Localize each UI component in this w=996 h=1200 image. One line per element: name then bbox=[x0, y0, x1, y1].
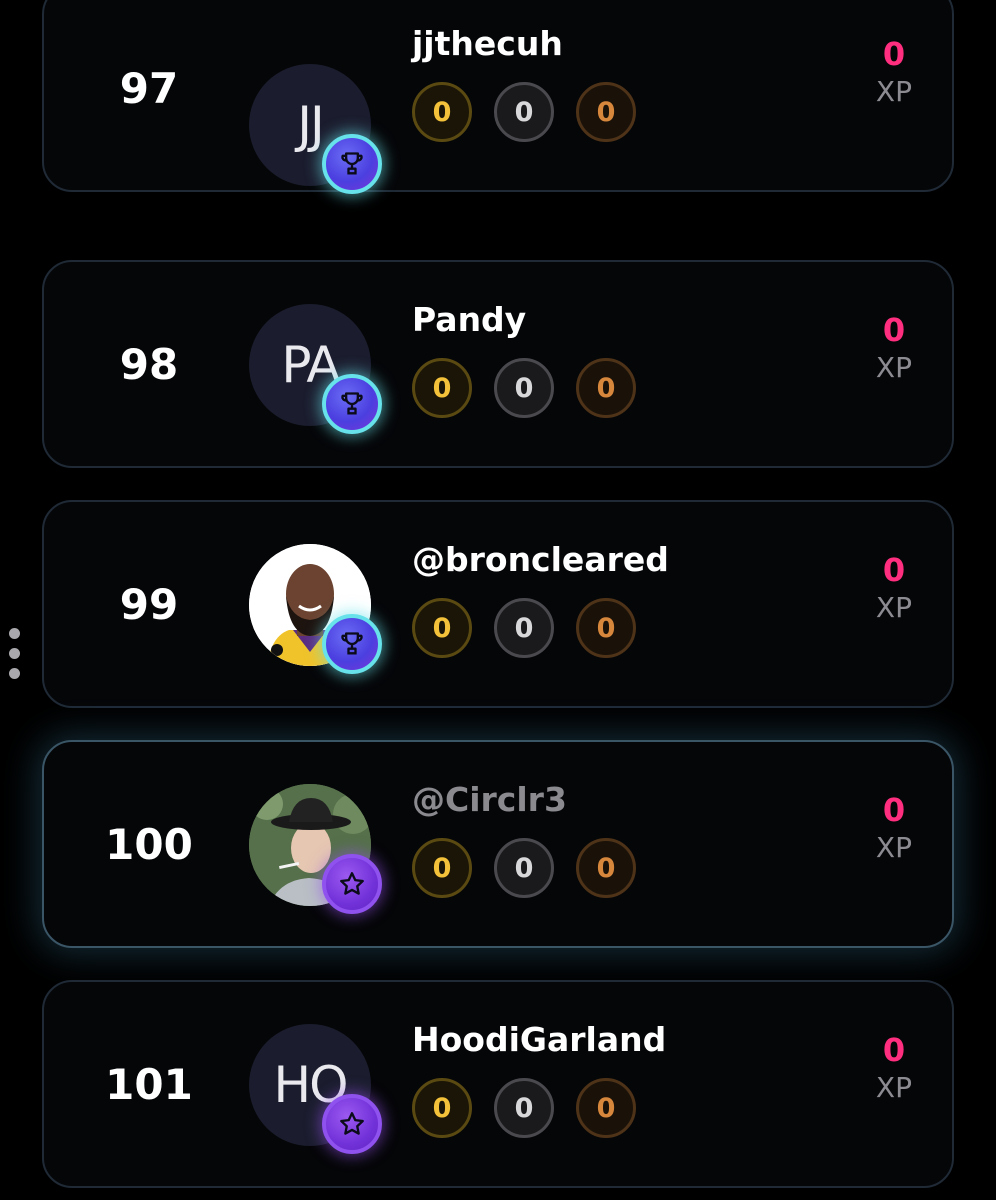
avatar-initials: JJ bbox=[297, 96, 324, 154]
gold-medal-count: 0 bbox=[412, 598, 472, 658]
trophy-icon bbox=[322, 134, 382, 194]
username[interactable]: jjthecuh bbox=[412, 24, 563, 63]
rank-number: 99 bbox=[119, 579, 179, 629]
gold-medal-count: 0 bbox=[412, 838, 472, 898]
silver-medal-count: 0 bbox=[494, 598, 554, 658]
leaderboard-row[interactable]: 98 PA Pandy 0 0 0 0 XP bbox=[42, 260, 954, 468]
xp-label: XP bbox=[875, 591, 912, 624]
rank-number: 97 bbox=[119, 63, 179, 113]
bronze-medal-count: 0 bbox=[576, 838, 636, 898]
medal-counts: 0 0 0 bbox=[412, 358, 636, 418]
avatar[interactable]: JJ bbox=[249, 64, 382, 194]
handle-dot bbox=[9, 628, 20, 639]
xp-value: 0 bbox=[882, 35, 906, 73]
username[interactable]: @broncleared bbox=[412, 540, 669, 579]
xp-value: 0 bbox=[882, 791, 906, 829]
xp-score: 0 XP bbox=[876, 310, 912, 386]
avatar[interactable] bbox=[249, 784, 382, 914]
xp-score: 0 XP bbox=[876, 790, 912, 866]
medal-counts: 0 0 0 bbox=[412, 598, 636, 658]
xp-value: 0 bbox=[882, 1031, 906, 1069]
gold-medal-count: 0 bbox=[412, 358, 472, 418]
rank-number: 98 bbox=[119, 339, 179, 389]
xp-label: XP bbox=[875, 75, 912, 108]
medal-counts: 0 0 0 bbox=[412, 1078, 636, 1138]
star-icon bbox=[322, 1094, 382, 1154]
avatar[interactable]: HO bbox=[249, 1024, 382, 1154]
xp-value: 0 bbox=[882, 551, 906, 589]
scroll-handle[interactable] bbox=[9, 628, 20, 679]
xp-label: XP bbox=[875, 351, 912, 384]
bronze-medal-count: 0 bbox=[576, 598, 636, 658]
leaderboard-list: 97 JJ jjthecuh 0 0 0 0 XP 98 PA Pandy 0 … bbox=[0, 0, 996, 1200]
xp-score: 0 XP bbox=[876, 34, 912, 110]
avatar[interactable] bbox=[249, 544, 382, 674]
bronze-medal-count: 0 bbox=[576, 82, 636, 142]
leaderboard-row[interactable]: 101 HO HoodiGarland 0 0 0 0 XP bbox=[42, 980, 954, 1188]
xp-score: 0 XP bbox=[876, 550, 912, 626]
trophy-icon bbox=[322, 374, 382, 434]
silver-medal-count: 0 bbox=[494, 838, 554, 898]
leaderboard-row[interactable]: 99 @broncleared 0 0 0 0 XP bbox=[42, 500, 954, 708]
silver-medal-count: 0 bbox=[494, 358, 554, 418]
xp-label: XP bbox=[875, 1071, 912, 1104]
gold-medal-count: 0 bbox=[412, 1078, 472, 1138]
gold-medal-count: 0 bbox=[412, 82, 472, 142]
medal-counts: 0 0 0 bbox=[412, 838, 636, 898]
handle-dot bbox=[9, 668, 20, 679]
xp-label: XP bbox=[875, 831, 912, 864]
silver-medal-count: 0 bbox=[494, 82, 554, 142]
xp-value: 0 bbox=[882, 311, 906, 349]
xp-score: 0 XP bbox=[876, 1030, 912, 1106]
rank-number: 101 bbox=[105, 1059, 193, 1109]
trophy-icon bbox=[322, 614, 382, 674]
username[interactable]: Pandy bbox=[412, 300, 526, 339]
username[interactable]: HoodiGarland bbox=[412, 1020, 666, 1059]
handle-dot bbox=[9, 648, 20, 659]
bronze-medal-count: 0 bbox=[576, 1078, 636, 1138]
bronze-medal-count: 0 bbox=[576, 358, 636, 418]
avatar[interactable]: PA bbox=[249, 304, 382, 434]
leaderboard-row-current-user[interactable]: 100 @Circlr3 0 0 0 0 XP bbox=[42, 740, 954, 948]
silver-medal-count: 0 bbox=[494, 1078, 554, 1138]
leaderboard-row[interactable]: 97 JJ jjthecuh 0 0 0 0 XP bbox=[42, 0, 954, 194]
star-icon bbox=[322, 854, 382, 914]
rank-number: 100 bbox=[105, 819, 193, 869]
username[interactable]: @Circlr3 bbox=[412, 780, 567, 819]
medal-counts: 0 0 0 bbox=[412, 82, 636, 142]
